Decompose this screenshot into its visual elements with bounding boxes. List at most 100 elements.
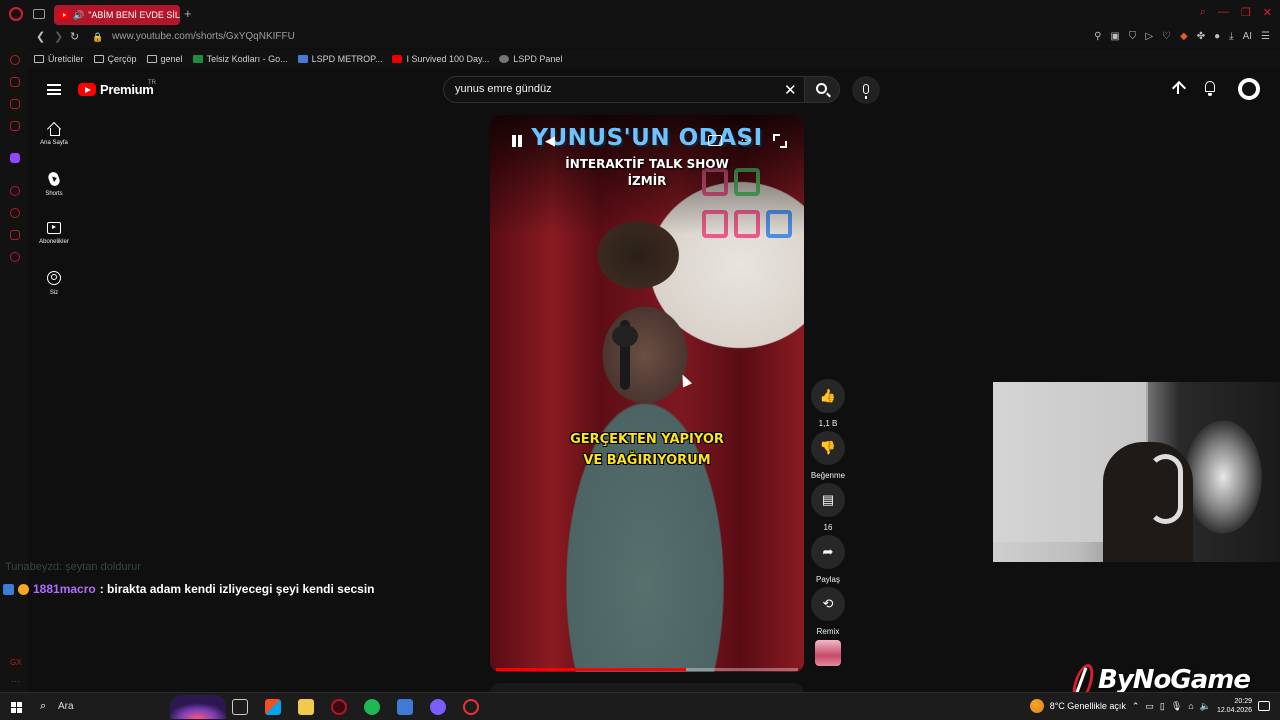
remix-icon: ⟲ (811, 587, 845, 621)
webcam-overlay (993, 382, 1280, 562)
new-tab-button[interactable]: + (184, 6, 192, 21)
comments-button[interactable]: ▤ 16 (810, 483, 846, 532)
file-explorer-icon[interactable] (298, 699, 314, 715)
play-icon[interactable]: ▷ (1145, 31, 1153, 42)
like-button[interactable]: 👍 1,1 B (810, 379, 846, 428)
bookmark-item[interactable]: Telsiz Kodları - Go... (192, 50, 288, 68)
history-icon[interactable] (10, 208, 20, 218)
shorts-video-player[interactable]: YUNUS'UN ODASI İNTERAKTİF TALK SHOW İZMİ… (490, 115, 804, 672)
menu-icon[interactable]: ☰ (1261, 31, 1270, 42)
discord-icon[interactable] (430, 699, 446, 715)
search-input[interactable] (455, 83, 775, 95)
spotify-icon[interactable] (364, 699, 380, 715)
search-tabs-icon[interactable]: ⌕ (1200, 6, 1206, 19)
guide-item-shorts[interactable]: Shorts (32, 170, 76, 197)
tab-switcher-icon[interactable] (33, 9, 45, 19)
twitch-icon[interactable] (10, 153, 20, 163)
player-icon[interactable] (10, 186, 20, 196)
bookmark-item[interactable]: LSPD METROP... (297, 50, 382, 68)
avatar[interactable] (1238, 78, 1260, 100)
clear-search-icon[interactable]: ✕ (784, 81, 797, 99)
minimize-icon[interactable]: — (1218, 6, 1229, 19)
more-icon[interactable]: ··· (11, 676, 20, 686)
forward-icon[interactable]: ❯ (54, 30, 63, 43)
system-tray: 8°C Genellikle açık ⌃ ▭ ▯ 🎙 ⌂ 🔈 20:29 12… (1029, 697, 1270, 715)
browser-tab-active[interactable]: 🔊 "ABİM BENİ EVDE SİLA (54, 5, 180, 25)
app-icon[interactable] (463, 699, 479, 715)
back-icon[interactable]: ❮ (36, 30, 45, 43)
speed-dial-icon[interactable] (10, 55, 20, 65)
notification-icon[interactable] (1258, 701, 1270, 711)
captions-icon[interactable] (708, 135, 722, 146)
app-icon[interactable] (397, 699, 413, 715)
extensions-icon[interactable] (10, 230, 20, 240)
dislike-button[interactable]: 👎 Beğenme (810, 431, 846, 480)
microphone-head (612, 325, 638, 347)
taskbar-search-input[interactable]: Ara (58, 701, 74, 712)
instagram-icon[interactable] (10, 121, 20, 131)
weather-icon[interactable] (1029, 699, 1044, 713)
more-options-icon[interactable]: ··· (740, 131, 752, 147)
network-icon[interactable]: ⌂ (1188, 701, 1193, 711)
url-field[interactable]: www.youtube.com/shorts/GxYQqNKIFFU (112, 31, 295, 42)
opera-logo-icon[interactable] (9, 7, 23, 21)
gx-control-icon[interactable] (10, 77, 20, 87)
bookmark-item[interactable]: I Survived 100 Day... (392, 50, 489, 68)
windows-start-icon[interactable] (11, 702, 22, 713)
video-progress-bar[interactable] (496, 668, 798, 671)
close-icon[interactable]: ✕ (1263, 6, 1272, 19)
pause-icon[interactable] (511, 135, 523, 147)
chevron-up-icon[interactable]: ⌃ (1132, 701, 1140, 712)
upload-icon[interactable] (1170, 81, 1186, 97)
bookmark-item[interactable]: genel (146, 50, 183, 68)
guide-item-you[interactable]: Siz (32, 271, 76, 296)
gx-corner-icon[interactable]: GX (10, 658, 22, 667)
weather-text[interactable]: 8°C Genellikle açık (1050, 701, 1126, 711)
puzzle-icon[interactable]: ✤ (1197, 31, 1205, 42)
share-button[interactable]: ➦ Paylaş (810, 535, 846, 584)
profile-icon[interactable]: ● (1214, 31, 1220, 42)
reload-icon[interactable]: ↻ (70, 30, 79, 43)
hamburger-menu-icon[interactable] (47, 84, 61, 95)
shield-icon[interactable]: ⛉ (1129, 31, 1137, 42)
messenger-icon[interactable] (10, 99, 20, 109)
ai-icon[interactable]: AI (1243, 31, 1252, 42)
bookmark-item[interactable]: LSPD Panel (499, 50, 562, 68)
download-icon[interactable]: ⤓ (1229, 31, 1233, 42)
clock[interactable]: 20:29 12.04.2026 (1217, 697, 1252, 715)
guide-item-home[interactable]: Ana Sayfa (32, 123, 76, 146)
docs-icon (297, 55, 308, 63)
taskbar-widget-image[interactable] (170, 695, 226, 719)
voice-search-button[interactable] (852, 76, 880, 104)
share-label: Paylaş (815, 575, 840, 584)
sound-thumbnail[interactable] (815, 640, 841, 666)
youtube-logo[interactable]: Premium (78, 82, 154, 97)
guide-item-subscriptions[interactable]: Abonelikler (32, 222, 76, 245)
task-view-icon[interactable] (232, 699, 248, 715)
chat-text: : birakta adam kendi izliyecegi şeyi ken… (99, 582, 375, 596)
mic-tray-icon[interactable]: 🎙 (1171, 701, 1182, 712)
lock-icon[interactable]: 🔒 (92, 32, 103, 43)
tab-audio-icon[interactable]: 🔊 (73, 10, 84, 21)
heart-icon[interactable]: ♡ (1162, 31, 1171, 42)
opera-gx-taskbar-icon[interactable] (331, 699, 347, 715)
volume-icon[interactable]: ◀ (545, 133, 555, 149)
extensions-toolbar: ⚲ ▣ ⛉ ▷ ♡ ◆ ✤ ● ⤓ AI ☰ (1094, 31, 1270, 42)
store-icon[interactable] (265, 699, 281, 715)
notifications-bell-icon[interactable] (1202, 80, 1218, 97)
pin-icon[interactable]: ⚲ (1094, 31, 1101, 42)
battery-icon[interactable]: ▯ (1160, 701, 1165, 712)
bookmark-item[interactable]: Üreticiler (34, 50, 84, 68)
snapshot-icon[interactable]: ▣ (1110, 31, 1119, 42)
fullscreen-icon[interactable] (773, 134, 787, 148)
display-icon[interactable]: ▭ (1145, 701, 1154, 712)
maximize-icon[interactable]: ❐ (1241, 6, 1251, 19)
bookmark-item[interactable]: Çerçöp (93, 50, 137, 68)
settings-icon[interactable] (10, 252, 20, 262)
subscriptions-icon (47, 222, 61, 234)
search-button[interactable] (804, 76, 840, 103)
extension-icon[interactable]: ◆ (1180, 31, 1188, 42)
volume-tray-icon[interactable]: 🔈 (1200, 701, 1211, 712)
taskbar-search-icon[interactable]: ⌕ (40, 700, 46, 713)
remix-button[interactable]: ⟲ Remix (810, 587, 846, 636)
